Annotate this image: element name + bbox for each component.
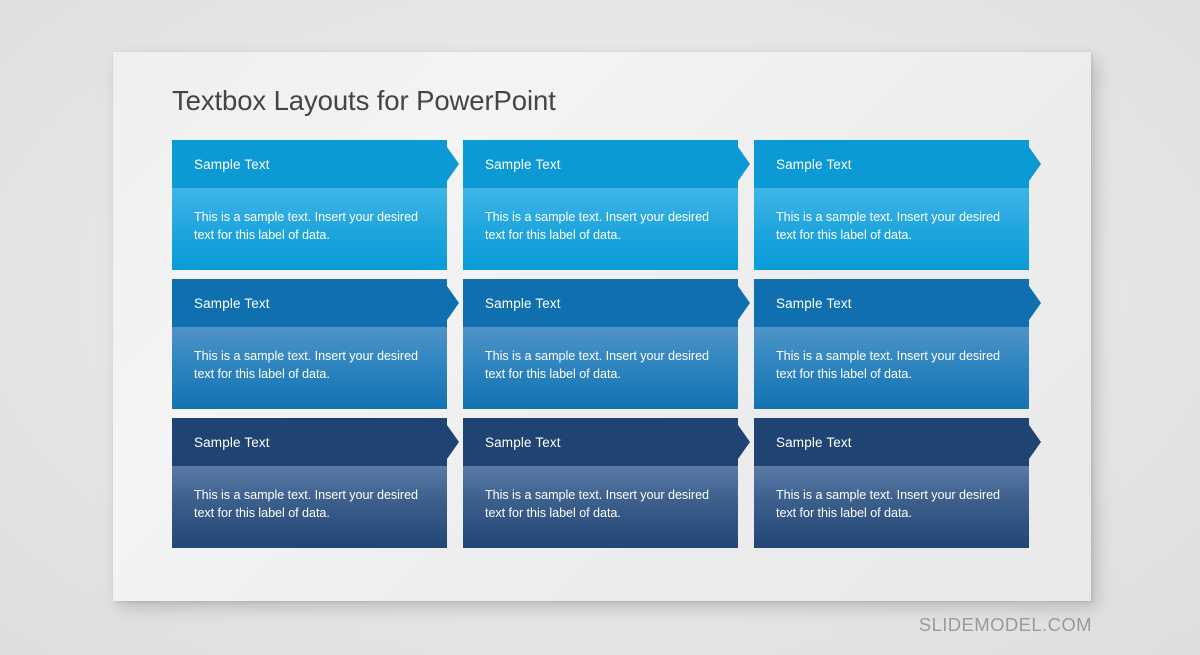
card-description: This is a sample text. Insert your desir… bbox=[776, 488, 1000, 520]
card-body: This is a sample text. Insert your desir… bbox=[463, 466, 738, 548]
textbox-card[interactable]: Sample Text This is a sample text. Inser… bbox=[172, 418, 459, 548]
card-body: This is a sample text. Insert your desir… bbox=[172, 327, 447, 409]
card-title: Sample Text bbox=[776, 295, 852, 311]
chevron-right-icon bbox=[738, 286, 750, 320]
card-description: This is a sample text. Insert your desir… bbox=[194, 349, 418, 381]
textbox-grid: Sample Text This is a sample text. Inser… bbox=[172, 140, 1052, 548]
chevron-right-icon bbox=[1029, 286, 1041, 320]
card-body: This is a sample text. Insert your desir… bbox=[172, 466, 447, 548]
textbox-card[interactable]: Sample Text This is a sample text. Inser… bbox=[463, 418, 750, 548]
card-header: Sample Text bbox=[754, 279, 1029, 327]
card-description: This is a sample text. Insert your desir… bbox=[194, 488, 418, 520]
card-header: Sample Text bbox=[463, 418, 738, 466]
card-header: Sample Text bbox=[172, 418, 447, 466]
textbox-card[interactable]: Sample Text This is a sample text. Inser… bbox=[172, 140, 459, 270]
textbox-card[interactable]: Sample Text This is a sample text. Inser… bbox=[172, 279, 459, 409]
textbox-card[interactable]: Sample Text This is a sample text. Inser… bbox=[463, 140, 750, 270]
chevron-right-icon bbox=[447, 286, 459, 320]
card-title: Sample Text bbox=[485, 156, 561, 172]
slide-canvas: Textbox Layouts for PowerPoint Sample Te… bbox=[113, 52, 1091, 601]
card-title: Sample Text bbox=[194, 156, 270, 172]
textbox-card[interactable]: Sample Text This is a sample text. Inser… bbox=[754, 418, 1041, 548]
card-description: This is a sample text. Insert your desir… bbox=[485, 488, 709, 520]
card-title: Sample Text bbox=[194, 434, 270, 450]
card-body: This is a sample text. Insert your desir… bbox=[172, 188, 447, 270]
card-body: This is a sample text. Insert your desir… bbox=[754, 327, 1029, 409]
chevron-right-icon bbox=[738, 425, 750, 459]
card-header: Sample Text bbox=[463, 140, 738, 188]
card-body: This is a sample text. Insert your desir… bbox=[463, 188, 738, 270]
textbox-card[interactable]: Sample Text This is a sample text. Inser… bbox=[754, 140, 1041, 270]
page-title: Textbox Layouts for PowerPoint bbox=[172, 85, 556, 116]
card-body: This is a sample text. Insert your desir… bbox=[754, 188, 1029, 270]
textbox-row: Sample Text This is a sample text. Inser… bbox=[172, 140, 1052, 270]
card-title: Sample Text bbox=[485, 434, 561, 450]
card-title: Sample Text bbox=[776, 156, 852, 172]
card-header: Sample Text bbox=[172, 140, 447, 188]
card-header: Sample Text bbox=[463, 279, 738, 327]
brand-watermark: SLIDEMODEL.COM bbox=[918, 614, 1092, 635]
card-header: Sample Text bbox=[172, 279, 447, 327]
chevron-right-icon bbox=[447, 425, 459, 459]
card-body: This is a sample text. Insert your desir… bbox=[463, 327, 738, 409]
textbox-row: Sample Text This is a sample text. Inser… bbox=[172, 279, 1052, 409]
textbox-card[interactable]: Sample Text This is a sample text. Inser… bbox=[463, 279, 750, 409]
card-body: This is a sample text. Insert your desir… bbox=[754, 466, 1029, 548]
chevron-right-icon bbox=[1029, 147, 1041, 181]
chevron-right-icon bbox=[738, 147, 750, 181]
card-description: This is a sample text. Insert your desir… bbox=[485, 349, 709, 381]
card-title: Sample Text bbox=[776, 434, 852, 450]
textbox-card[interactable]: Sample Text This is a sample text. Inser… bbox=[754, 279, 1041, 409]
chevron-right-icon bbox=[447, 147, 459, 181]
card-title: Sample Text bbox=[485, 295, 561, 311]
card-header: Sample Text bbox=[754, 140, 1029, 188]
card-description: This is a sample text. Insert your desir… bbox=[776, 349, 1000, 381]
card-header: Sample Text bbox=[754, 418, 1029, 466]
textbox-row: Sample Text This is a sample text. Inser… bbox=[172, 418, 1052, 548]
card-description: This is a sample text. Insert your desir… bbox=[776, 210, 1000, 242]
card-description: This is a sample text. Insert your desir… bbox=[194, 210, 418, 242]
card-description: This is a sample text. Insert your desir… bbox=[485, 210, 709, 242]
chevron-right-icon bbox=[1029, 425, 1041, 459]
card-title: Sample Text bbox=[194, 295, 270, 311]
